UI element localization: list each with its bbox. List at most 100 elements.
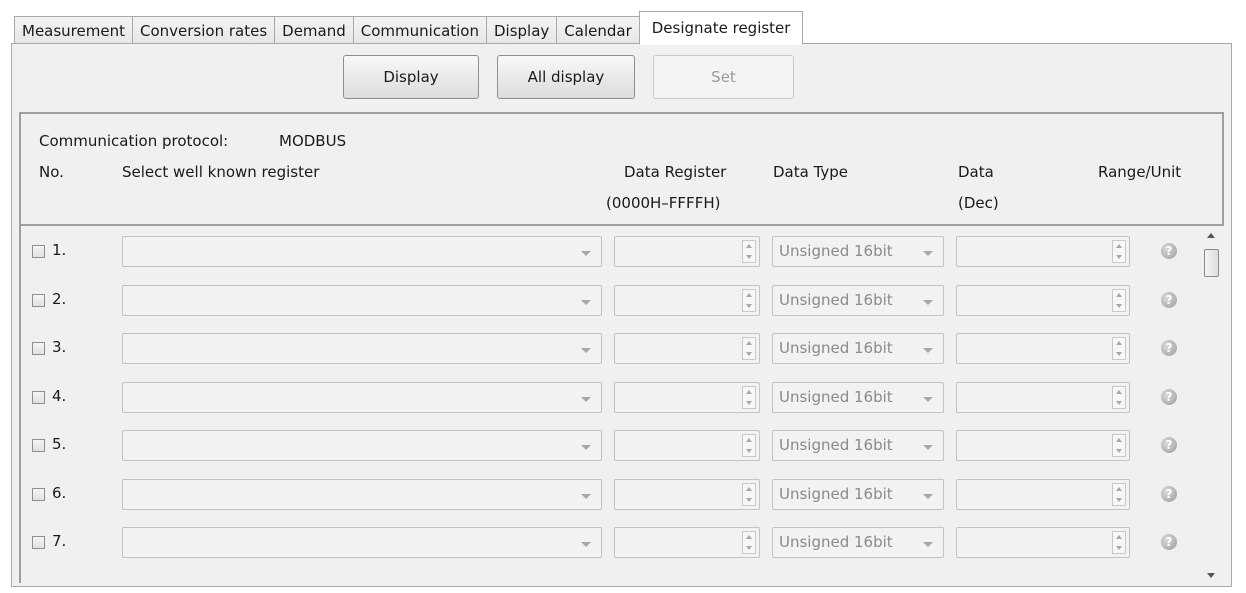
vertical-scrollbar[interactable] [1201, 228, 1221, 583]
data-dec-spinbox[interactable] [956, 381, 1130, 413]
data-type-value: Unsigned 16bit [779, 339, 893, 357]
spinner-arrows-icon[interactable] [742, 531, 756, 554]
data-dec-spinbox[interactable] [956, 527, 1130, 558]
chevron-down-icon [581, 396, 591, 402]
well-known-register-select[interactable] [122, 430, 602, 461]
scroll-down-arrow-icon[interactable] [1207, 573, 1215, 578]
spinner-arrows-icon[interactable] [1112, 385, 1126, 409]
chevron-down-icon [923, 542, 933, 547]
spinner-arrows-icon[interactable] [742, 288, 756, 312]
data-register-spinbox[interactable] [614, 236, 760, 267]
register-row: 1. Unsigned 16bit ? [21, 236, 1201, 269]
column-well-known-register: Select well known register [122, 163, 320, 181]
chevron-down-icon [581, 348, 591, 353]
chevron-down-icon [581, 445, 591, 450]
spinner-arrows-icon[interactable] [742, 337, 756, 360]
row-checkbox[interactable] [32, 536, 45, 549]
row-checkbox[interactable] [32, 245, 45, 258]
chevron-down-icon [923, 493, 933, 499]
data-register-spinbox[interactable] [614, 381, 760, 413]
tab-designate-register[interactable]: Designate register [638, 11, 804, 45]
column-range-unit: Range/Unit [1098, 163, 1182, 181]
scroll-up-arrow-icon[interactable] [1207, 233, 1215, 238]
register-row: 5. Unsigned 16bit ? [21, 430, 1201, 463]
well-known-register-select[interactable] [122, 478, 602, 510]
data-dec-spinbox[interactable] [956, 430, 1130, 461]
data-register-spinbox[interactable] [614, 284, 760, 316]
data-type-select[interactable]: Unsigned 16bit [772, 478, 944, 510]
well-known-register-select[interactable] [122, 284, 602, 316]
chevron-down-icon [581, 493, 591, 499]
tab-bar: Measurement Conversion rates Demand Comm… [14, 10, 804, 45]
data-dec-spinbox[interactable] [956, 333, 1130, 364]
data-dec-spinbox[interactable] [956, 284, 1130, 316]
row-number: 3. [52, 338, 67, 356]
row-checkbox[interactable] [32, 439, 45, 452]
help-icon[interactable]: ? [1161, 485, 1177, 502]
help-icon[interactable]: ? [1161, 291, 1177, 308]
row-checkbox[interactable] [32, 487, 45, 501]
protocol-label: Communication protocol: [39, 132, 229, 150]
help-icon[interactable]: ? [1161, 388, 1177, 405]
data-type-select[interactable]: Unsigned 16bit [772, 527, 944, 558]
tab-display[interactable]: Display [486, 16, 558, 44]
help-icon[interactable]: ? [1161, 534, 1177, 550]
data-register-spinbox[interactable] [614, 333, 760, 364]
data-register-spinbox[interactable] [614, 478, 760, 510]
spinner-arrows-icon[interactable] [742, 240, 756, 263]
designate-register-panel: Display All display Set Communication pr… [11, 43, 1232, 587]
spinner-arrows-icon[interactable] [742, 434, 756, 457]
help-icon[interactable]: ? [1161, 243, 1177, 259]
spinner-arrows-icon[interactable] [1112, 240, 1126, 263]
tab-demand[interactable]: Demand [274, 16, 354, 44]
data-type-select[interactable]: Unsigned 16bit [772, 333, 944, 364]
well-known-register-select[interactable] [122, 381, 602, 413]
tab-conversion-rates[interactable]: Conversion rates [131, 16, 276, 44]
register-table-header: Communication protocol: MODBUS No. Selec… [19, 112, 1224, 224]
column-no: No. [39, 163, 64, 181]
row-number: 5. [52, 435, 67, 453]
data-type-select[interactable]: Unsigned 16bit [772, 381, 944, 413]
chevron-down-icon [923, 445, 933, 450]
spinner-arrows-icon[interactable] [1112, 288, 1126, 312]
column-data: Data [958, 163, 994, 181]
row-number: 7. [52, 532, 67, 550]
row-checkbox[interactable] [32, 293, 45, 307]
chevron-down-icon [923, 348, 933, 353]
help-icon[interactable]: ? [1161, 340, 1177, 356]
scrollbar-thumb[interactable] [1204, 249, 1219, 277]
tab-calendar[interactable]: Calendar [556, 16, 640, 44]
register-row: 4. Unsigned 16bit ? [21, 381, 1201, 415]
register-rows: 1. Unsigned 16bit ? 2. Unsigned 16bit ? … [19, 224, 1224, 583]
data-dec-spinbox[interactable] [956, 236, 1130, 267]
display-button[interactable]: Display [343, 55, 479, 99]
data-register-spinbox[interactable] [614, 430, 760, 461]
row-number: 4. [52, 386, 67, 405]
row-checkbox[interactable] [32, 342, 45, 355]
chevron-down-icon [581, 542, 591, 547]
spinner-arrows-icon[interactable] [1112, 434, 1126, 457]
spinner-arrows-icon[interactable] [742, 482, 756, 506]
well-known-register-select[interactable] [122, 333, 602, 364]
data-type-select[interactable]: Unsigned 16bit [772, 236, 944, 267]
spinner-arrows-icon[interactable] [1112, 531, 1126, 554]
well-known-register-select[interactable] [122, 527, 602, 558]
row-checkbox[interactable] [32, 390, 45, 404]
chevron-down-icon [923, 396, 933, 402]
spinner-arrows-icon[interactable] [742, 385, 756, 409]
data-type-select[interactable]: Unsigned 16bit [772, 284, 944, 316]
spinner-arrows-icon[interactable] [1112, 482, 1126, 506]
data-type-value: Unsigned 16bit [779, 436, 893, 454]
tab-measurement[interactable]: Measurement [14, 16, 133, 44]
help-icon[interactable]: ? [1161, 437, 1177, 453]
column-data-type: Data Type [773, 163, 849, 181]
spinner-arrows-icon[interactable] [1112, 337, 1126, 360]
data-dec-spinbox[interactable] [956, 478, 1130, 510]
data-type-select[interactable]: Unsigned 16bit [772, 430, 944, 461]
data-register-spinbox[interactable] [614, 527, 760, 558]
tab-communication[interactable]: Communication [352, 16, 487, 44]
well-known-register-select[interactable] [122, 236, 602, 267]
data-type-value: Unsigned 16bit [779, 533, 893, 551]
all-display-button[interactable]: All display [497, 55, 635, 99]
set-button[interactable]: Set [653, 55, 794, 99]
